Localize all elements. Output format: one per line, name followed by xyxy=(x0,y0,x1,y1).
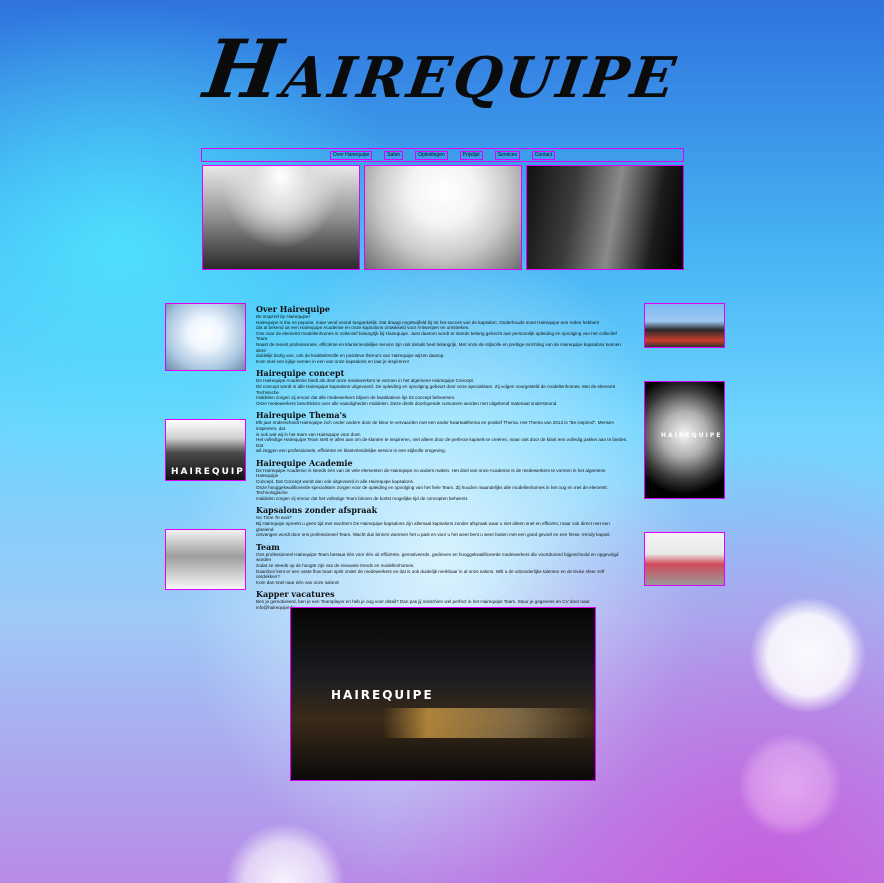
bottom-photo-night-facade[interactable]: HAIREQUIPE xyxy=(290,607,596,781)
section-academie: Hairequipe Academie De Hairequipe Academ… xyxy=(256,458,628,502)
section-heading: Hairequipe Thema's xyxy=(256,410,347,421)
section-heading: Hairequipe concept xyxy=(256,368,345,379)
paragraph-line: Elk jaar onderscheidt Hairequipe zich on… xyxy=(256,420,615,431)
paragraph-line: Ons voor de elementt modellenhomes in co… xyxy=(256,330,617,342)
paragraph-line: ontvangen wordt door ons professioneel T… xyxy=(256,532,611,538)
paragraph-line: Naast de meest professionele, efficiënte… xyxy=(256,341,621,353)
paragraph-line: Kom snel een kijkje nemen in een van onz… xyxy=(256,358,410,364)
paragraph-line: middelen zorgen zij ervoor dat het volle… xyxy=(256,495,469,501)
side-photo-corridor[interactable] xyxy=(165,303,246,371)
side-photo-salon-chairs[interactable] xyxy=(644,532,725,586)
paragraph-line: Hairequipe is tha ne popular, maar veral… xyxy=(256,319,600,325)
paragraph-line: is ook wat wij in het team van Hairequip… xyxy=(256,431,361,437)
paragraph-line: zodat ze steeds op de hoogte zijn van de… xyxy=(256,563,415,568)
section-heading: Over Hairequipe xyxy=(256,304,330,314)
nav-item-opleidingen[interactable]: Opleidingen xyxy=(415,150,448,160)
section-heading: Kapper vacatures xyxy=(256,589,335,600)
paragraph-line: duidelijk bezig van, ook de kwaliteitsro… xyxy=(256,353,445,359)
facade-sign-text: HAIREQUIPE xyxy=(171,467,246,477)
paragraph-line: middelen zorgen zij ervoor dat alle mede… xyxy=(256,395,456,401)
nav-item-contact[interactable]: Contact xyxy=(531,150,556,160)
paragraph-line: wil zeggen een professionele, efficiënte… xyxy=(256,448,446,454)
night-sign-text: HAIREQUIPE xyxy=(331,688,434,702)
section-heading: Team xyxy=(256,541,280,552)
paragraph-line: Daardoor kent er een vaste flow team spi… xyxy=(256,568,605,580)
fisheye-sign-text: HAIREQUIPE xyxy=(661,432,723,439)
paragraph-line: De Hairequipe Academie biedt als doel on… xyxy=(256,378,475,384)
side-photo-wash-basins[interactable] xyxy=(165,529,246,590)
nav-item-salon[interactable]: Salon xyxy=(384,150,404,160)
paragraph-line: Ons professioneel Hairequipe Team bestaa… xyxy=(256,551,619,563)
article-content: Over Hairequipe Be inspired by Hairequip… xyxy=(256,304,628,615)
paragraph-line: dat al bekend uit een Hairequipe Academi… xyxy=(256,325,470,331)
paragraph-line: Onze medewerkers beschikken over alle va… xyxy=(256,400,558,406)
nav-item-over-hairequipe[interactable]: Over Hairequipe xyxy=(329,150,373,160)
main-nav: Over Hairequipe Salon Opleidingen Prijsl… xyxy=(201,148,684,162)
nav-item-prijslijst[interactable]: Prijslijst xyxy=(459,150,483,160)
gallery-photo-salon-interior[interactable] xyxy=(202,165,360,270)
section-zonder-afspraak: Kapsalons zonder afspraak No Time To wai… xyxy=(256,505,628,537)
section-heading: Kapsalons zonder afspraak xyxy=(256,505,378,516)
side-photo-building[interactable] xyxy=(644,303,725,348)
gallery-photo-salon-ceiling[interactable] xyxy=(364,165,522,270)
section-heading: Hairequipe Academie xyxy=(256,457,353,468)
paragraph-line: Concept. Dat Concept wordt dan ook uitge… xyxy=(256,479,415,485)
side-photo-fisheye[interactable]: HAIREQUIPE xyxy=(644,381,725,499)
paragraph-line: De Hairequipe Academie is steeds één van… xyxy=(256,467,606,479)
gallery-photo-facade[interactable] xyxy=(526,165,684,270)
site-logo[interactable]: Hairequipe xyxy=(0,22,884,116)
section-concept: Hairequipe concept De Hairequipe Academi… xyxy=(256,368,628,406)
paragraph-line: Onze hooggekwalificeerde specialisten zo… xyxy=(256,484,607,496)
nav-item-services[interactable]: Services xyxy=(494,150,520,160)
section-themas: Hairequipe Thema's Elk jaar onderscheidt… xyxy=(256,410,628,454)
paragraph-line: Bij Hairequipe spreekt u geen tijd met w… xyxy=(256,521,610,532)
section-over-hairequipe: Over Hairequipe Be inspired by Hairequip… xyxy=(256,304,628,364)
paragraph-line: Kom dan snel naar één van onze salons! xyxy=(256,579,340,585)
paragraph-line: Dit concept wordt in alle Hairequipe kap… xyxy=(256,383,616,395)
section-team: Team Ons professioneel Hairequipe Team b… xyxy=(256,542,628,586)
side-photo-facade-sign[interactable]: HAIREQUIPE xyxy=(165,419,246,481)
paragraph-line: Het volledige Hairequipe Team stelt er a… xyxy=(256,437,628,448)
